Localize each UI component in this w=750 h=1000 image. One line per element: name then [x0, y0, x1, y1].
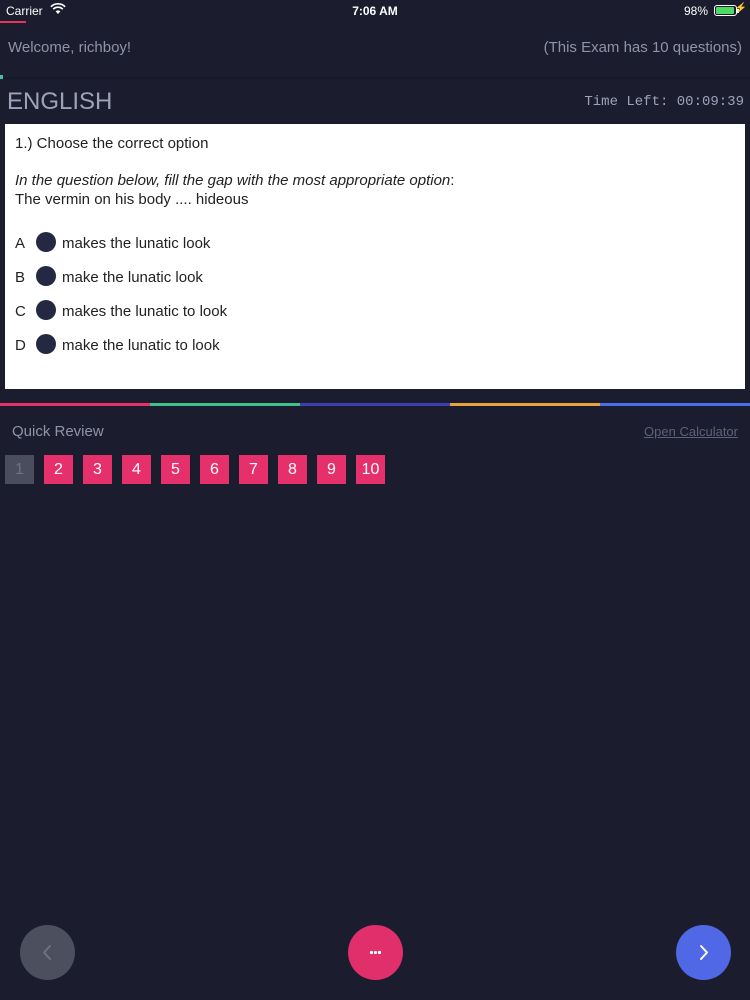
loading-indicator: [0, 21, 26, 23]
option-letter: D: [15, 337, 26, 354]
option-d[interactable]: D make the lunatic to look: [15, 334, 415, 358]
subject-title: ENGLISH: [7, 88, 113, 115]
charging-icon: ⚡: [734, 3, 747, 14]
question-heading: 1.) Choose the correct option: [15, 135, 209, 152]
status-bar: Carrier 7:06 AM 98% ⚡: [0, 0, 750, 22]
question-button-1[interactable]: 1: [5, 455, 34, 484]
more-options-button[interactable]: [348, 925, 403, 980]
option-c[interactable]: C makes the lunatic to look: [15, 300, 415, 324]
instruction-suffix: :: [450, 172, 455, 189]
option-text: make the lunatic look: [62, 269, 203, 286]
question-button-8[interactable]: 8: [278, 455, 307, 484]
option-a[interactable]: A makes the lunatic look: [15, 232, 415, 256]
color-segment: [450, 403, 600, 406]
option-text: makes the lunatic to look: [62, 303, 228, 320]
more-horizontal-icon: [369, 950, 382, 955]
chevron-right-icon: [700, 945, 708, 960]
quick-review-label: Quick Review: [12, 423, 104, 440]
question-button-2[interactable]: 2: [44, 455, 73, 484]
question-button-3[interactable]: 3: [83, 455, 112, 484]
question-button-7[interactable]: 7: [239, 455, 268, 484]
color-segment: [600, 403, 750, 406]
radio-button[interactable]: [36, 266, 56, 286]
exam-screen: Carrier 7:06 AM 98% ⚡ Welcome, richboy! …: [0, 0, 750, 1000]
exam-question-count: (This Exam has 10 questions): [543, 39, 742, 56]
color-segment: [150, 403, 300, 406]
option-b[interactable]: B make the lunatic look: [15, 266, 415, 290]
header: Welcome, richboy! (This Exam has 10 ques…: [0, 24, 750, 76]
open-calculator-link[interactable]: Open Calculator: [644, 424, 738, 439]
color-segment: [0, 403, 150, 406]
clock: 7:06 AM: [352, 4, 398, 18]
radio-button[interactable]: [36, 334, 56, 354]
option-text: makes the lunatic look: [62, 235, 211, 252]
color-divider: [0, 403, 750, 406]
welcome-text: Welcome, richboy!: [8, 39, 132, 56]
instruction-text: In the question below, fill the gap with…: [15, 172, 451, 189]
question-button-6[interactable]: 6: [200, 455, 229, 484]
question-text: The vermin on his body .... hideous: [15, 191, 249, 208]
question-button-9[interactable]: 9: [317, 455, 346, 484]
radio-button[interactable]: [36, 232, 56, 252]
time-left: Time Left: 00:09:39: [584, 94, 744, 110]
option-text: make the lunatic to look: [62, 337, 220, 354]
question-button-4[interactable]: 4: [122, 455, 151, 484]
next-question-button[interactable]: [676, 925, 731, 980]
question-card: 1.) Choose the correct option In the que…: [5, 124, 745, 389]
question-button-5[interactable]: 5: [161, 455, 190, 484]
battery-percent: 98%: [683, 4, 708, 18]
previous-question-button[interactable]: [20, 925, 75, 980]
chevron-left-icon: [43, 945, 51, 960]
color-segment: [300, 403, 450, 406]
question-instruction: In the question below, fill the gap with…: [15, 172, 454, 189]
progress-marker: [0, 75, 3, 79]
question-button-10[interactable]: 10: [356, 455, 385, 484]
option-letter: A: [15, 235, 26, 252]
option-letter: B: [15, 269, 26, 286]
radio-button[interactable]: [36, 300, 56, 320]
option-letter: C: [15, 303, 26, 320]
header-divider: [0, 77, 750, 79]
battery-icon: [714, 5, 739, 16]
